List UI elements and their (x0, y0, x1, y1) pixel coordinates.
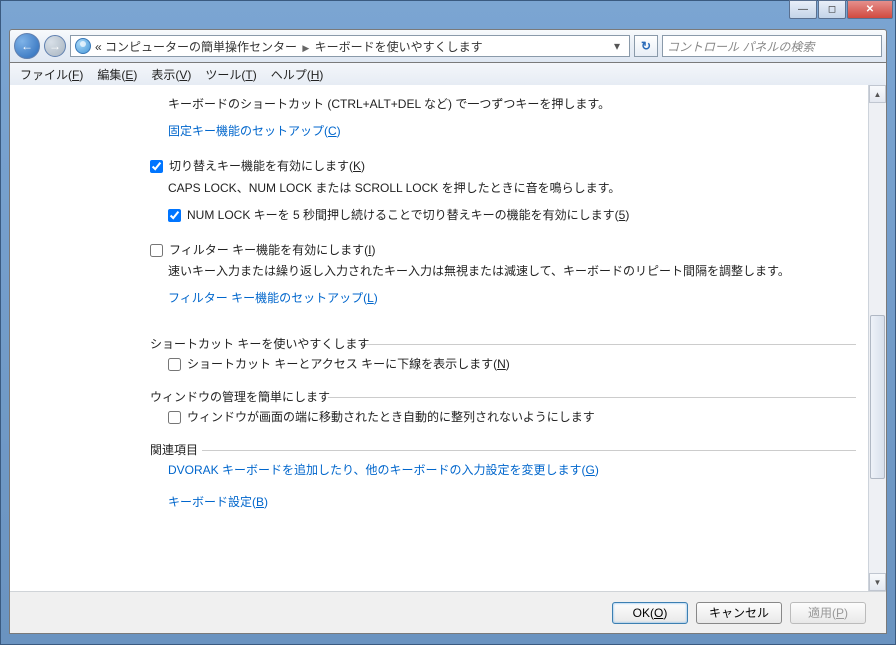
close-button[interactable]: ✕ (847, 0, 893, 19)
underline-checkbox[interactable] (168, 358, 181, 371)
breadcrumb-prefix: « (95, 40, 102, 54)
vertical-scrollbar[interactable]: ▲ ▼ (868, 85, 886, 591)
related-fieldset: 関連項目 DVORAK キーボードを追加したり、他のキーボードの入力設定を変更し… (150, 441, 856, 512)
breadcrumb-item[interactable]: コンピューターの簡単操作センター (105, 40, 297, 54)
nosnap-checkbox[interactable] (168, 411, 181, 424)
toggle-keys-checkbox[interactable] (150, 160, 163, 173)
refresh-button[interactable]: ↻ (634, 35, 658, 57)
sticky-keys-desc: キーボードのショートカット (CTRL+ALT+DEL など) で一つずつキーを… (168, 95, 856, 114)
titlebar: — ◻ ✕ (1, 1, 895, 29)
numlock-5sec-row: NUM LOCK キーを 5 秒間押し続けることで切り替えキーの機能を有効にしま… (168, 206, 856, 225)
filter-keys-label: フィルター キー機能を有効にします(I) (169, 241, 375, 260)
underline-label: ショートカット キーとアクセス キーに下線を表示します(N) (187, 355, 510, 374)
navigation-bar: ← → « コンピューターの簡単操作センター ▶ キーボードを使いやすくします … (9, 29, 887, 63)
related-legend: 関連項目 (150, 443, 198, 457)
content-scroll: キーボードのショートカット (CTRL+ALT+DEL など) で一つずつキーを… (10, 85, 886, 591)
sticky-keys-setup-link[interactable]: 固定キー機能のセットアップ(C) (168, 122, 341, 141)
toggle-keys-label: 切り替えキー機能を有効にします(K) (169, 157, 365, 176)
shortcut-fieldset: ショートカット キーを使いやすくします ショートカット キーとアクセス キーに下… (150, 335, 856, 374)
underline-row: ショートカット キーとアクセス キーに下線を表示します(N) (168, 355, 856, 374)
breadcrumb-item[interactable]: キーボードを使いやすくします (315, 40, 483, 54)
scroll-track[interactable] (869, 103, 886, 573)
window-mgmt-legend: ウィンドウの管理を簡単にします (150, 390, 330, 404)
button-bar: OK(O) キャンセル 適用(P) (10, 591, 886, 633)
menu-tools[interactable]: ツール(T) (199, 64, 262, 85)
window-mgmt-fieldset: ウィンドウの管理を簡単にします ウィンドウが画面の端に移動されたとき自動的に整列… (150, 388, 856, 427)
address-dropdown-button[interactable]: ▾ (609, 39, 625, 53)
menu-view[interactable]: 表示(V) (145, 64, 197, 85)
scroll-down-button[interactable]: ▼ (869, 573, 886, 591)
ok-button[interactable]: OK(O) (612, 602, 688, 624)
refresh-icon: ↻ (641, 39, 651, 53)
search-input[interactable]: コントロール パネルの検索 (662, 35, 882, 57)
window: — ◻ ✕ ← → « コンピューターの簡単操作センター ▶ キーボードを使いや… (0, 0, 896, 645)
dvorak-link[interactable]: DVORAK キーボードを追加したり、他のキーボードの入力設定を変更します(G) (168, 461, 599, 480)
filter-keys-row: フィルター キー機能を有効にします(I) (150, 241, 856, 260)
scroll-up-button[interactable]: ▲ (869, 85, 886, 103)
apply-button[interactable]: 適用(P) (790, 602, 866, 624)
window-buttons: — ◻ ✕ (789, 0, 893, 19)
back-arrow-icon: ← (21, 39, 33, 53)
menu-edit[interactable]: 編集(E) (91, 64, 143, 85)
nav-forward-button[interactable]: → (44, 35, 66, 57)
numlock-5sec-checkbox[interactable] (168, 209, 181, 222)
numlock-5sec-label: NUM LOCK キーを 5 秒間押し続けることで切り替えキーの機能を有効にしま… (187, 206, 629, 225)
toggle-keys-row: 切り替えキー機能を有効にします(K) (150, 157, 856, 176)
nav-back-button[interactable]: ← (14, 33, 40, 59)
filter-keys-setup-link[interactable]: フィルター キー機能のセットアップ(L) (168, 289, 378, 308)
breadcrumb-sep-icon: ▶ (302, 43, 309, 53)
toggle-keys-desc: CAPS LOCK、NUM LOCK または SCROLL LOCK を押したと… (168, 179, 856, 198)
menu-file[interactable]: ファイル(F) (14, 64, 89, 85)
nosnap-row: ウィンドウが画面の端に移動されたとき自動的に整列されないようにします (168, 408, 856, 427)
breadcrumb: « コンピューターの簡単操作センター ▶ キーボードを使いやすくします (95, 38, 605, 55)
minimize-button[interactable]: — (789, 0, 817, 19)
filter-keys-checkbox[interactable] (150, 244, 163, 257)
filter-keys-desc: 速いキー入力または繰り返し入力されたキー入力は無視または減速して、キーボードのリ… (168, 262, 856, 281)
menu-bar: ファイル(F) 編集(E) 表示(V) ツール(T) ヘルプ(H) (9, 63, 887, 85)
cancel-button[interactable]: キャンセル (696, 602, 782, 624)
shortcut-legend: ショートカット キーを使いやすくします (150, 337, 369, 351)
maximize-button[interactable]: ◻ (818, 0, 846, 19)
nosnap-label: ウィンドウが画面の端に移動されたとき自動的に整列されないようにします (187, 408, 595, 427)
search-placeholder: コントロール パネルの検索 (667, 38, 814, 55)
menu-help[interactable]: ヘルプ(H) (265, 64, 330, 85)
forward-arrow-icon: → (49, 39, 61, 53)
content: キーボードのショートカット (CTRL+ALT+DEL など) で一つずつキーを… (10, 85, 868, 591)
scroll-thumb[interactable] (870, 315, 885, 480)
content-area: キーボードのショートカット (CTRL+ALT+DEL など) で一つずつキーを… (9, 85, 887, 634)
address-bar[interactable]: « コンピューターの簡単操作センター ▶ キーボードを使いやすくします ▾ (70, 35, 630, 57)
control-panel-icon (75, 38, 91, 54)
keyboard-settings-link[interactable]: キーボード設定(B) (168, 493, 268, 512)
